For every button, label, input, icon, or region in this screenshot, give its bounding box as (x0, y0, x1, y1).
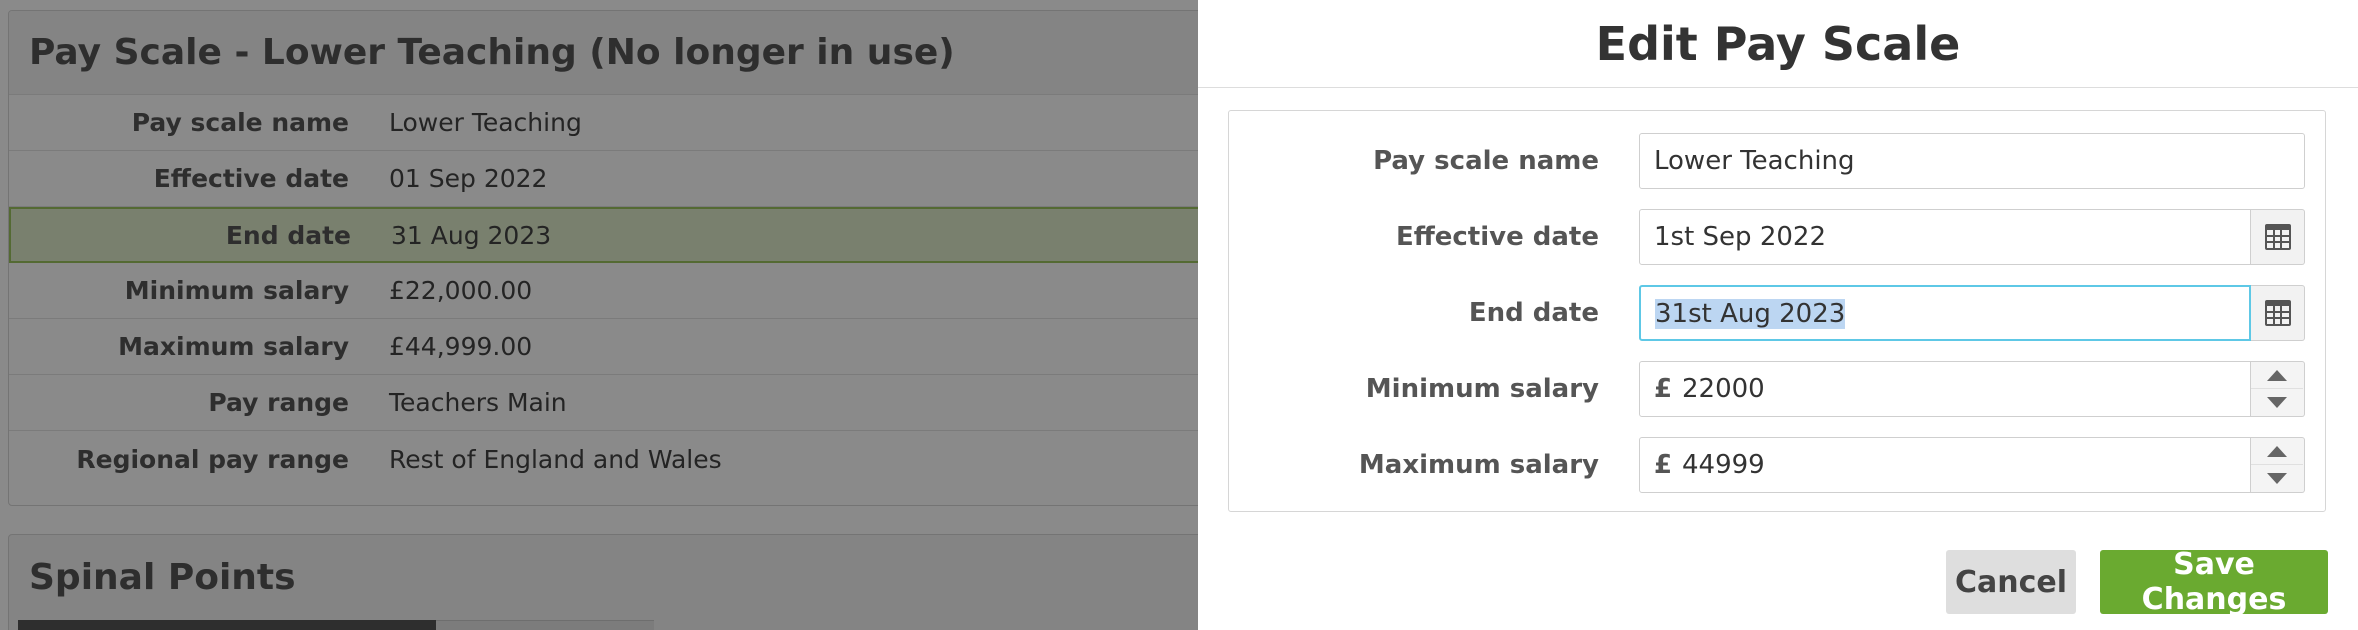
form-row-pay-scale-name: Pay scale name Lower Teaching (1229, 133, 2327, 189)
edit-form: Pay scale name Lower Teaching Effective … (1228, 110, 2326, 512)
calendar-icon (2264, 224, 2291, 250)
pay-scale-name-input[interactable]: Lower Teaching (1639, 133, 2305, 189)
effective-date-calendar-button[interactable] (2251, 209, 2305, 265)
field-label: End date (1468, 298, 1599, 328)
currency-symbol: £ (1654, 450, 1673, 480)
cancel-button[interactable]: Cancel (1946, 550, 2076, 614)
end-date-input[interactable]: 31st Aug 2023 (1639, 285, 2251, 341)
chevron-down-icon (2267, 473, 2287, 484)
effective-date-input[interactable]: 1st Sep 2022 (1639, 209, 2251, 265)
field-label: Effective date (1395, 222, 1599, 252)
form-row-maximum-salary: Maximum salary £ 44999 (1229, 437, 2327, 493)
modal-backdrop[interactable] (0, 0, 1198, 630)
field-label: Maximum salary (1358, 450, 1599, 480)
selected-text: 31st Aug 2023 (1655, 299, 1846, 329)
save-changes-button[interactable]: Save Changes (2100, 547, 2328, 617)
increment-button[interactable] (2251, 438, 2303, 465)
edit-pay-scale-modal: Edit Pay Scale Pay scale name Lower Teac… (1198, 0, 2358, 630)
chevron-up-icon (2267, 445, 2287, 457)
currency-symbol: £ (1654, 374, 1673, 404)
field-label: Minimum salary (1365, 374, 1599, 404)
chevron-up-icon (2267, 369, 2287, 381)
end-date-calendar-button[interactable] (2251, 285, 2305, 341)
decrement-button[interactable] (2251, 389, 2303, 416)
increment-button[interactable] (2251, 362, 2303, 389)
decrement-button[interactable] (2251, 465, 2303, 492)
field-label: Pay scale name (1373, 146, 1599, 176)
modal-header: Edit Pay Scale (1198, 0, 2358, 88)
form-row-minimum-salary: Minimum salary £ 22000 (1229, 361, 2327, 417)
maximum-salary-input[interactable]: £ 44999 (1639, 437, 2251, 493)
maximum-salary-stepper (2251, 437, 2305, 493)
minimum-salary-stepper (2251, 361, 2305, 417)
maximum-salary-value: 44999 (1682, 450, 1765, 480)
form-row-end-date: End date 31st Aug 2023 (1229, 285, 2327, 341)
chevron-down-icon (2267, 397, 2287, 408)
modal-title: Edit Pay Scale (1595, 16, 1961, 71)
minimum-salary-input[interactable]: £ 22000 (1639, 361, 2251, 417)
form-row-effective-date: Effective date 1st Sep 2022 (1229, 209, 2327, 265)
calendar-icon (2264, 300, 2291, 326)
minimum-salary-value: 22000 (1682, 374, 1765, 404)
